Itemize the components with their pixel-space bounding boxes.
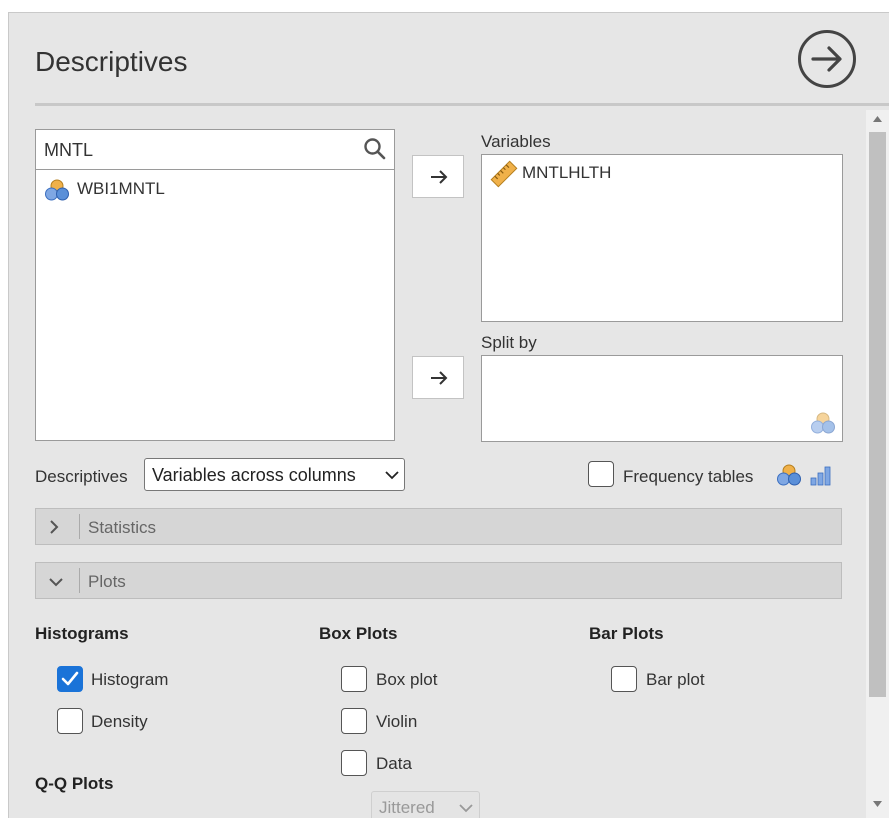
chevron-right-icon xyxy=(50,520,59,534)
variables-target-list[interactable]: MNTLHLTH xyxy=(481,154,843,322)
source-variable-list[interactable]: MNTL WBI1MNTL xyxy=(35,129,395,441)
ordinal-variable-icon xyxy=(810,466,831,486)
frequency-tables-checkbox[interactable] xyxy=(588,461,614,487)
bar-plots-heading: Bar Plots xyxy=(589,624,664,643)
nominal-variable-icon xyxy=(45,179,69,201)
data-style-select[interactable]: Jittered xyxy=(371,791,480,818)
scroll-down-arrow-icon[interactable] xyxy=(872,800,883,808)
qq-plots-heading: Q-Q Plots xyxy=(35,774,114,793)
frequency-tables-label: Frequency tables xyxy=(623,467,754,486)
split-by-label: Split by xyxy=(481,333,537,352)
density-label: Density xyxy=(91,712,148,731)
move-to-split-by-button[interactable] xyxy=(412,356,464,399)
vertical-scrollbar[interactable] xyxy=(866,110,889,818)
box-plot-checkbox[interactable] xyxy=(341,666,367,692)
chevron-down-icon xyxy=(385,471,399,480)
list-item[interactable]: MNTLHLTH xyxy=(482,155,842,189)
chevron-down-icon xyxy=(459,804,473,813)
arrow-right-circle-icon xyxy=(811,46,842,72)
arrow-right-icon xyxy=(431,371,448,385)
nominal-variable-icon xyxy=(777,464,801,486)
search-input[interactable]: MNTL xyxy=(44,140,93,161)
move-to-variables-button[interactable] xyxy=(412,155,464,198)
violin-checkbox[interactable] xyxy=(341,708,367,734)
descriptives-layout-label: Descriptives xyxy=(35,467,128,486)
bar-plot-label: Bar plot xyxy=(646,670,705,689)
arrow-right-icon xyxy=(431,170,448,184)
page-title: Descriptives xyxy=(35,46,188,77)
split-by-target-list[interactable] xyxy=(481,355,843,442)
histograms-heading: Histograms xyxy=(35,624,129,643)
section-label: Plots xyxy=(88,572,126,591)
search-icon[interactable] xyxy=(363,137,387,161)
section-divider xyxy=(79,568,80,593)
plots-section-header[interactable]: Plots xyxy=(35,562,842,599)
data-checkbox[interactable] xyxy=(341,750,367,776)
ruler-icon xyxy=(490,160,518,188)
checkmark-icon xyxy=(61,671,79,686)
box-plots-heading: Box Plots xyxy=(319,624,398,643)
scrollbar-thumb[interactable] xyxy=(869,132,886,697)
select-value: Jittered xyxy=(379,798,435,817)
nominal-variable-icon xyxy=(811,412,835,434)
density-checkbox[interactable] xyxy=(57,708,83,734)
descriptives-layout-select[interactable]: Variables across columns xyxy=(144,458,405,491)
header-divider xyxy=(35,103,889,106)
data-label: Data xyxy=(376,754,412,773)
statistics-section-header[interactable]: Statistics xyxy=(35,508,842,545)
descriptives-panel: Descriptives MNTL WBI1MNTL Variables MNT… xyxy=(8,12,889,818)
variable-search-field[interactable]: MNTL xyxy=(36,130,394,170)
run-arrow-button[interactable] xyxy=(798,30,856,88)
variable-label: WBI1MNTL xyxy=(77,179,165,198)
select-value: Variables across columns xyxy=(152,465,356,485)
chevron-down-icon xyxy=(49,578,63,587)
histogram-checkbox[interactable] xyxy=(57,666,83,692)
box-plot-label: Box plot xyxy=(376,670,438,689)
bar-plot-checkbox[interactable] xyxy=(611,666,637,692)
section-divider xyxy=(79,514,80,539)
variables-label: Variables xyxy=(481,132,551,151)
panel-header: Descriptives xyxy=(9,13,889,106)
histogram-label: Histogram xyxy=(91,670,169,689)
section-label: Statistics xyxy=(88,518,157,537)
variable-label: MNTLHLTH xyxy=(522,163,612,182)
scroll-up-arrow-icon[interactable] xyxy=(872,115,883,123)
violin-label: Violin xyxy=(376,712,418,731)
